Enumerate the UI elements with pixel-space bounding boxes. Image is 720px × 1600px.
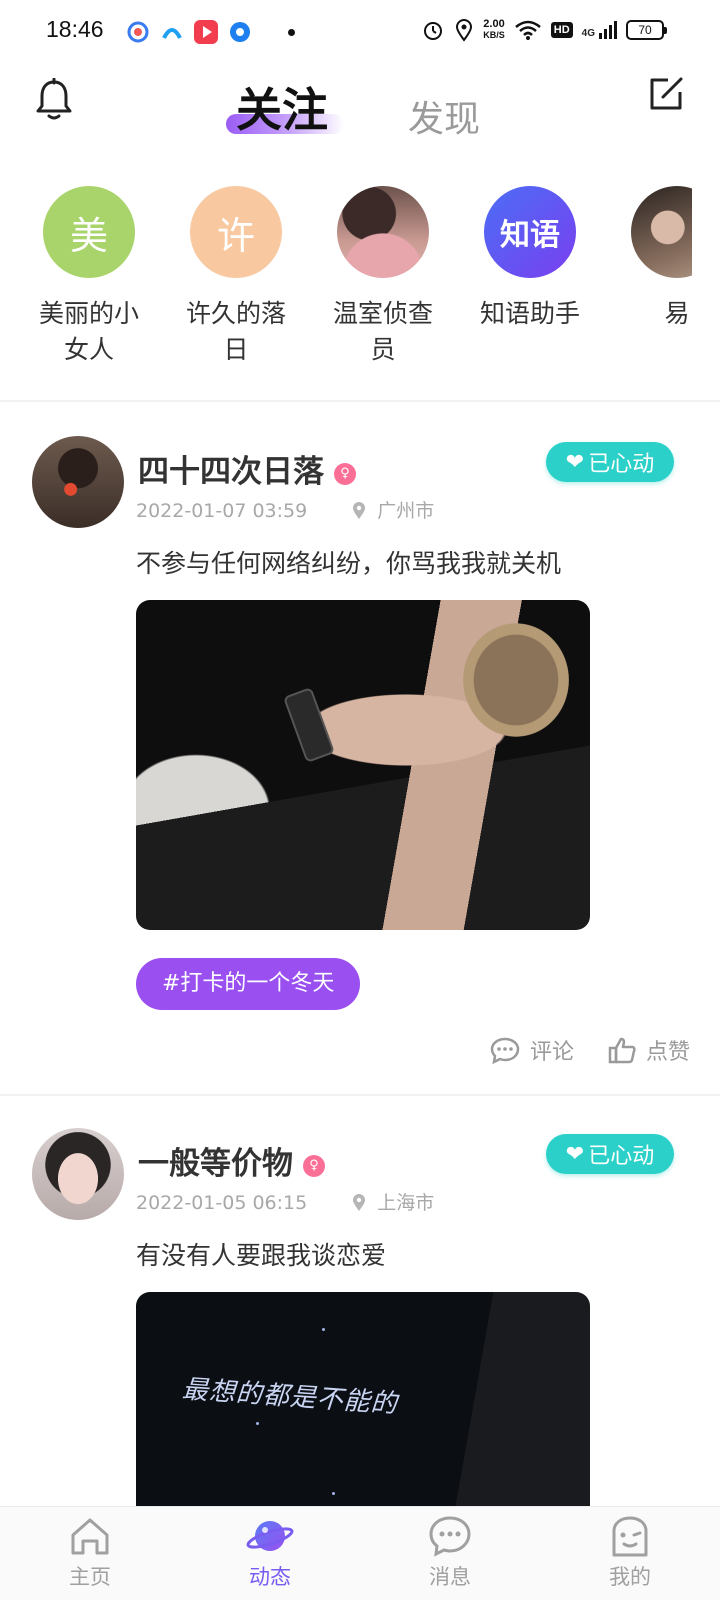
liked-badge[interactable]: ❤ 已心动 [546, 442, 674, 482]
female-gender-icon: ♀ [303, 1154, 325, 1177]
story-user[interactable]: 美 美丽的小女人 [14, 186, 164, 368]
post-author-name[interactable]: 四十四次日落 ♀ [138, 446, 356, 491]
story-user[interactable]: 温室侦查员 [308, 186, 458, 368]
user-avatar [337, 186, 429, 278]
profile-face-icon [612, 1516, 648, 1557]
user-avatar: 美 [43, 186, 135, 278]
app-notification-icon [160, 20, 184, 44]
section-divider [0, 1094, 720, 1096]
like-button[interactable]: 点赞 [608, 1034, 690, 1066]
nav-profile[interactable]: 我的 [540, 1507, 720, 1600]
post-location: 广州市 [351, 500, 434, 522]
post-author-name[interactable]: 一般等价物 ♀ [138, 1138, 325, 1183]
feed-post: 四十四次日落 ♀ ❤ 已心动 2022-01-07 03:59 广州市 不参与任何… [0, 436, 720, 1096]
message-icon [429, 1516, 471, 1557]
status-notification-icons [126, 20, 295, 44]
post-author-avatar[interactable] [32, 436, 124, 528]
section-divider [0, 400, 720, 402]
wifi-icon [514, 20, 541, 40]
more-notifications-dot [288, 28, 295, 36]
post-text: 有没有人要跟我谈恋爱 [136, 1241, 387, 1270]
location-pin-icon [353, 1194, 366, 1211]
following-users-row: 美 美丽的小女人 许 许久的落日 温室侦查员 知语 知语助手 易 [0, 186, 692, 376]
status-bar: 18:46 2.00 KB/S HD 4G 70 [0, 0, 720, 64]
photo-handwritten-caption: 最想的都是不能的 [181, 1374, 399, 1420]
network-speed: 2.00 KB/S [483, 18, 505, 41]
wristwatch [282, 686, 336, 764]
nav-messages[interactable]: 消息 [360, 1507, 540, 1600]
location-icon [456, 19, 473, 42]
story-user-name: 温室侦查员 [332, 299, 433, 364]
video-app-icon [194, 20, 218, 44]
planet-icon [246, 1521, 294, 1551]
home-icon [71, 1518, 109, 1555]
comment-icon [490, 1037, 520, 1064]
post-author-avatar[interactable] [32, 1128, 124, 1220]
story-user-name: 知语助手 [479, 299, 580, 328]
status-system-icons: 2.00 KB/S HD 4G 70 [421, 18, 667, 42]
comment-button[interactable]: 评论 [490, 1034, 574, 1066]
battery-icon: 70 [626, 20, 667, 40]
user-avatar: 许 [190, 186, 282, 278]
story-user-name: 易 [664, 299, 690, 328]
post-location: 上海市 [351, 1192, 434, 1214]
post-date: 2022-01-07 03:59 [136, 500, 308, 522]
story-user[interactable]: 知语 知语助手 [455, 186, 605, 332]
heart-icon: ❤ [565, 1141, 585, 1167]
post-meta: 2022-01-07 03:59 广州市 [136, 496, 434, 523]
post-photo[interactable]: 最想的都是不能的 [136, 1292, 590, 1532]
thumbs-up-icon [608, 1037, 636, 1064]
bottom-navigation: 主页 动态 消息 我的 [0, 1506, 720, 1600]
nav-home[interactable]: 主页 [0, 1507, 180, 1600]
hd-badge: HD [550, 22, 573, 38]
user-avatar [631, 186, 692, 278]
post-meta: 2022-01-05 06:15 上海市 [136, 1188, 434, 1215]
app-notification-icon [228, 20, 252, 44]
story-user-name: 美丽的小女人 [38, 299, 139, 364]
female-gender-icon: ♀ [334, 462, 356, 485]
user-avatar: 知语 [484, 186, 576, 278]
story-user-name: 许久的落日 [185, 299, 286, 364]
feed-post: 一般等价物 ♀ ❤ 已心动 2022-01-05 06:15 上海市 有没有人要跟… [0, 1128, 720, 1532]
location-pin-icon [353, 502, 366, 519]
post-date: 2022-01-05 06:15 [136, 1192, 308, 1214]
liked-badge[interactable]: ❤ 已心动 [546, 1134, 674, 1174]
story-user[interactable]: 易 [602, 186, 692, 332]
app-notification-icon [126, 20, 150, 44]
compose-post-icon[interactable] [646, 74, 686, 114]
topic-tag[interactable]: #打卡的一个冬天 [136, 958, 361, 1010]
nav-feed[interactable]: 动态 [180, 1507, 360, 1600]
tab-discover[interactable]: 发现 [408, 90, 480, 142]
signal-icon: 4G [582, 21, 617, 39]
post-text: 不参与任何网络纠纷，你骂我我就关机 [136, 549, 562, 578]
top-header: 关注 发现 [0, 64, 720, 164]
tab-follow[interactable]: 关注 [236, 74, 328, 140]
post-photo[interactable] [136, 600, 590, 930]
alarm-icon [424, 22, 443, 40]
post-actions: 评论 点赞 [490, 1034, 690, 1066]
story-user[interactable]: 许 许久的落日 [161, 186, 311, 368]
status-time: 18:46 [46, 16, 104, 42]
heart-icon: ❤ [565, 449, 585, 475]
notification-bell-icon[interactable] [34, 78, 74, 122]
